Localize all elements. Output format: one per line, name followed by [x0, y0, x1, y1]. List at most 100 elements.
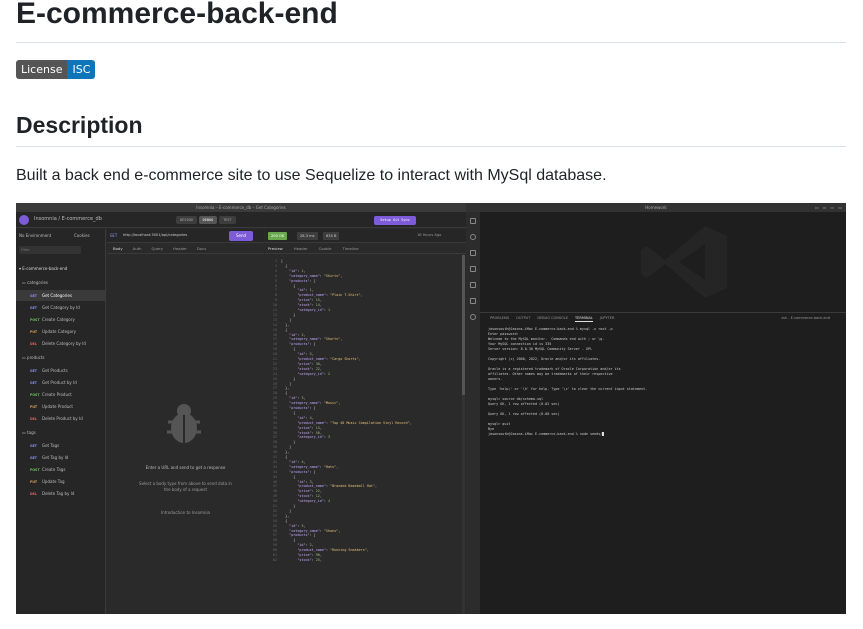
cookies-button[interactable]: Cookies	[74, 233, 90, 238]
mode-debug[interactable]: DEBUG	[198, 216, 218, 224]
request-item[interactable]: PUT Update Product	[16, 401, 106, 412]
response-body[interactable]: 1[2 {3 "id": 1, 4 "category_name": "Shirt…	[265, 255, 466, 614]
collection-name[interactable]: ▾ E-commerce-back-end	[19, 266, 67, 271]
terminal-line: owners.	[488, 377, 503, 381]
insomnia-toolbar: Insomnia / E-commerce_db DESIGN DEBUG TE…	[16, 212, 466, 228]
insomnia-logo-icon	[19, 215, 29, 225]
request-method: GET	[30, 369, 37, 373]
description-divider	[16, 146, 846, 147]
terminal-line: Copyright (c) 2000, 2022, Oracle and/or …	[488, 357, 601, 361]
vscode-title-bar: Homework ▭ ▭ ▭ ▭	[466, 203, 846, 212]
terminal-selector[interactable]: zsh - E-commerce-back-end	[781, 313, 846, 322]
request-pane: Enter a URL and send to get a response S…	[107, 254, 264, 614]
request-item[interactable]: POST Create Product	[16, 389, 106, 400]
insomnia-window: Insomnia – E-commerce_db – Get Categorie…	[16, 203, 466, 614]
url-bar: GET http://localhost:3001/api/categories…	[107, 229, 264, 243]
source-control-icon[interactable]	[470, 250, 476, 256]
tab-docs[interactable]: Docs	[197, 243, 206, 253]
request-item[interactable]: PUT Update Tag	[16, 476, 106, 487]
extensions-icon[interactable]	[470, 282, 476, 288]
response-scrollbar[interactable]	[462, 255, 465, 614]
remote-icon[interactable]	[470, 314, 476, 320]
layout-icon[interactable]: ▭	[838, 203, 842, 212]
insomnia-breadcrumb[interactable]: Insomnia / E-commerce_db	[34, 216, 102, 222]
editor-area	[480, 212, 846, 312]
request-name: Get Product by Id	[42, 380, 77, 385]
insomnia-sidebar: No Environment Cookies Filter ▾ E-commer…	[16, 229, 106, 614]
request-item[interactable]: GET Get Products	[16, 365, 106, 376]
request-item[interactable]: GET Get Category by Id	[16, 302, 106, 313]
tab-header[interactable]: Header	[173, 243, 187, 253]
request-method: PUT	[30, 480, 38, 484]
mode-design[interactable]: DESIGN	[176, 216, 197, 224]
request-item[interactable]: DEL Delete Tag by Id	[16, 488, 106, 499]
terminal[interactable]: jasonsouth@Jasons-iMac E-commerce-back-e…	[480, 324, 846, 614]
docker-icon[interactable]	[470, 298, 476, 304]
mode-test[interactable]: TEST	[219, 216, 236, 224]
tab-preview[interactable]: Preview	[268, 243, 283, 253]
run-debug-icon[interactable]	[470, 266, 476, 272]
terminal-line: Query OK, 1 row affected (0.02 sec)	[488, 402, 560, 406]
intro-link[interactable]: Introduction to Insomnia	[107, 510, 264, 515]
response-size: 635 B	[323, 232, 340, 240]
tab-response-header[interactable]: Header	[294, 243, 308, 253]
filter-input[interactable]: Filter	[19, 246, 81, 254]
panel-tab-debug-console[interactable]: DEBUG CONSOLE	[537, 313, 568, 322]
license-badge[interactable]: License ISC	[16, 60, 96, 79]
mode-switcher: DESIGN DEBUG TEST	[176, 216, 236, 224]
request-name: Delete Category by Id	[42, 341, 86, 346]
request-item[interactable]: DEL Delete Product by Id	[16, 413, 106, 424]
request-item[interactable]: GET Get Tag by Id	[16, 452, 106, 463]
status-badge: 200 OK	[268, 232, 288, 240]
vscode-window-title: Homework	[645, 205, 667, 210]
demo-screenshot: Insomnia – E-commerce_db – Get Categorie…	[16, 203, 846, 614]
request-method: GET	[30, 456, 37, 460]
layout-icon[interactable]: ▭	[830, 203, 834, 212]
request-method: POST	[30, 468, 40, 472]
request-item[interactable]: DEL Delete Category by Id	[16, 338, 106, 349]
request-method: GET	[30, 306, 37, 310]
request-name: Delete Product by Id	[42, 416, 83, 421]
tab-timeline[interactable]: Timeline	[343, 243, 359, 253]
request-name: Create Category	[42, 317, 75, 322]
panel-tab-terminal[interactable]: TERMINAL	[575, 313, 593, 322]
response-history[interactable]: 18 Hours Ago	[417, 233, 441, 237]
description-text: Built a back end e-commerce site to use …	[16, 167, 607, 184]
tab-body[interactable]: Body	[113, 243, 123, 253]
page-title: E-commerce-back-end	[16, 0, 338, 30]
layout-icon[interactable]: ▭	[815, 203, 819, 212]
request-item[interactable]: POST Create Category	[16, 314, 106, 325]
git-sync-button[interactable]: Setup Git Sync	[374, 216, 416, 225]
request-item[interactable]: GET Get Categories	[16, 290, 106, 301]
send-button[interactable]: Send	[229, 231, 253, 241]
folder-categories[interactable]: ▭ categories	[22, 280, 48, 285]
folder-products[interactable]: ▭ products	[22, 355, 45, 360]
request-name: Update Product	[42, 404, 73, 409]
panel-tab-output[interactable]: OUTPUT	[516, 313, 530, 322]
tab-cookie[interactable]: Cookie	[319, 243, 332, 253]
environment-selector[interactable]: No Environment	[19, 233, 51, 238]
request-item[interactable]: GET Get Tags	[16, 440, 106, 451]
search-icon[interactable]	[470, 234, 476, 240]
panel-tab-jupyter[interactable]: JUPYTER	[600, 313, 615, 322]
response-header: 200 OK 28.3 ms 635 B 18 Hours Ago	[265, 229, 466, 243]
request-name: Update Category	[42, 329, 77, 334]
tab-auth[interactable]: Auth	[133, 243, 142, 253]
url-input[interactable]: http://localhost:3001/api/categories	[123, 233, 187, 237]
request-item[interactable]: GET Get Product by Id	[16, 377, 106, 388]
request-item[interactable]: POST Create Tags	[16, 464, 106, 475]
panel-tab-problems[interactable]: PROBLEMS	[490, 313, 509, 322]
request-method: DEL	[30, 342, 37, 346]
scrollbar-thumb[interactable]	[462, 255, 465, 395]
method-select[interactable]: GET	[110, 233, 117, 238]
license-badge-label: License	[16, 60, 68, 79]
request-method: GET	[30, 381, 37, 385]
empty-request-hint: Select a body type from above to send da…	[139, 481, 232, 492]
request-item[interactable]: PUT Update Category	[16, 326, 106, 337]
tab-query[interactable]: Query	[152, 243, 164, 253]
explorer-icon[interactable]	[470, 218, 476, 224]
license-badge-value: ISC	[67, 60, 96, 79]
layout-icon[interactable]: ▭	[823, 203, 827, 212]
folder-tags[interactable]: ▭ tags	[22, 430, 36, 435]
bug-icon	[167, 404, 201, 443]
